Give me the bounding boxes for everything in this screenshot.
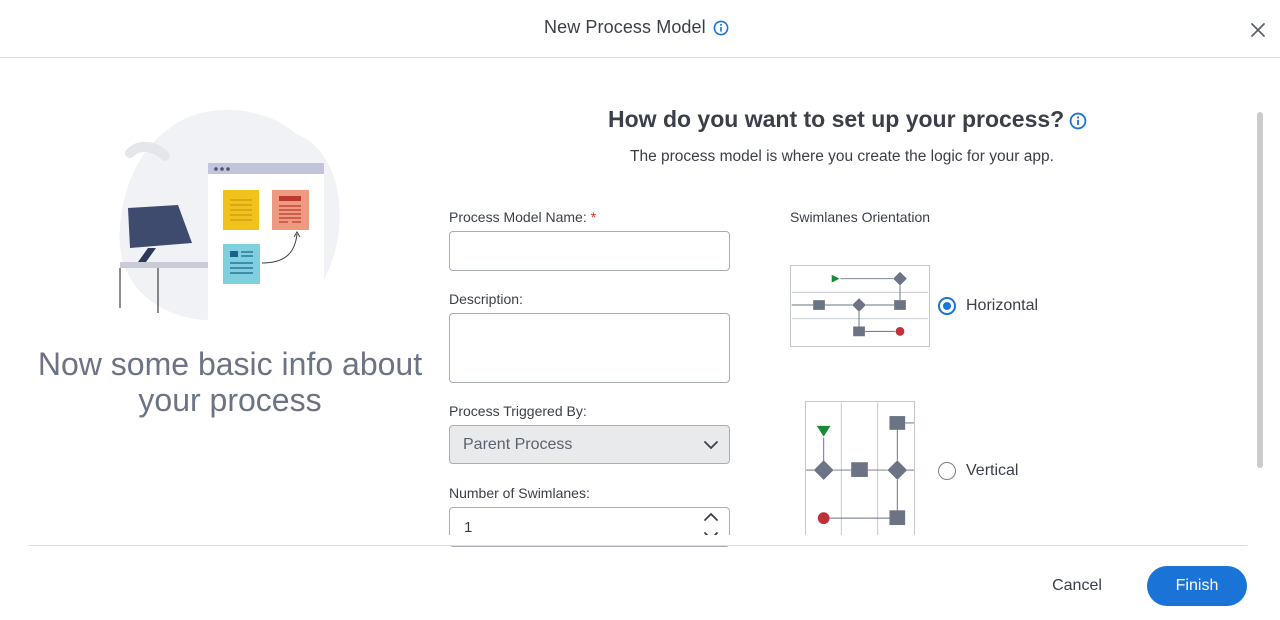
cancel-button[interactable]: Cancel [1034, 566, 1120, 606]
vertical-swimlane-diagram[interactable] [805, 401, 915, 546]
horizontal-radio-label: Horizontal [966, 297, 1039, 314]
section-title: How do you want to set up your process? [608, 106, 1065, 132]
sticky-notes-board-illustration [119, 109, 340, 323]
chevron-down-icon [704, 441, 718, 450]
number-of-swimlanes-label: Number of Swimlanes: [449, 485, 590, 501]
finish-button[interactable]: Finish [1147, 566, 1247, 606]
close-icon[interactable] [1248, 20, 1268, 40]
dialog-title: New Process Model [544, 17, 729, 38]
process-triggered-by-label: Process Triggered By: [449, 403, 587, 419]
info-circle-icon[interactable] [1069, 112, 1087, 130]
process-model-name-input[interactable] [449, 231, 730, 271]
left-heading: Now some basic info about your process [37, 346, 423, 418]
horizontal-radio[interactable] [938, 297, 956, 315]
content-clip [430, 535, 1250, 545]
description-label: Description: [449, 291, 523, 307]
process-triggered-by-select[interactable]: Parent Process [449, 425, 730, 464]
vertical-radio[interactable] [938, 462, 956, 480]
description-input[interactable] [449, 313, 730, 383]
chevron-up-icon[interactable] [703, 511, 719, 523]
process-model-name-label: Process Model Name: * [449, 209, 596, 225]
swimlanes-orientation-label: Swimlanes Orientation [790, 209, 931, 225]
scrollbar-thumb[interactable] [1257, 112, 1263, 468]
footer-divider [29, 545, 1247, 546]
vertical-radio-label: Vertical [966, 462, 1019, 479]
process-model-name-label-text: Process Model Name: [449, 209, 587, 225]
dialog-header: New Process Model [0, 0, 1280, 58]
info-circle-icon[interactable] [713, 20, 729, 36]
horizontal-swimlane-diagram[interactable] [790, 265, 930, 347]
content-scrollbar[interactable] [1254, 108, 1266, 536]
number-of-swimlanes-value: 1 [464, 519, 473, 536]
section-subtitle: The process model is where you create th… [630, 148, 1054, 165]
dialog-title-text: New Process Model [544, 17, 706, 37]
required-marker: * [590, 209, 597, 225]
process-triggered-by-value: Parent Process [463, 436, 573, 453]
